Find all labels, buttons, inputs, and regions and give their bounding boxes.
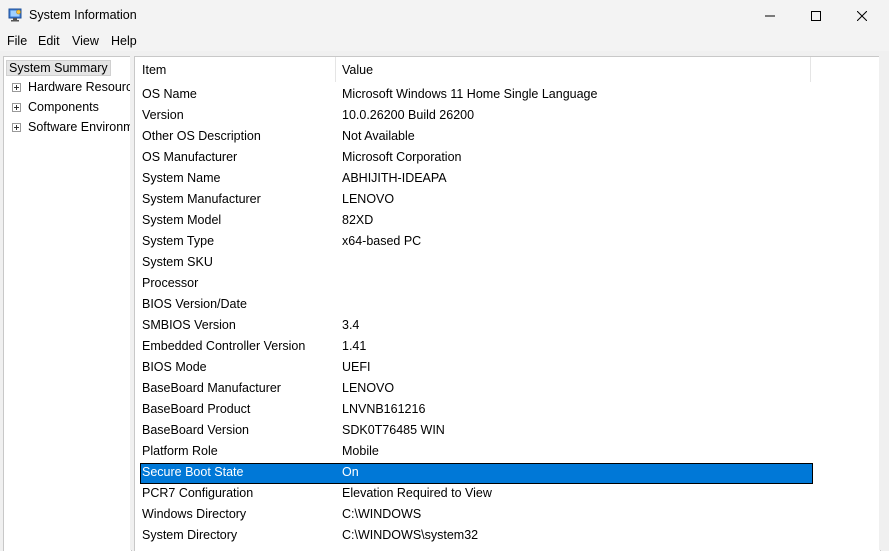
cell-item: BaseBoard Product xyxy=(142,402,251,416)
cell-value: Mobile xyxy=(342,444,379,458)
table-row[interactable]: System Directory C:\WINDOWS\system32 xyxy=(135,526,880,547)
cell-item: PCR7 Configuration xyxy=(142,486,254,500)
cell-item: System Manufacturer xyxy=(142,192,261,206)
table-row[interactable]: OS Name Microsoft Windows 11 Home Single … xyxy=(135,85,880,106)
cell-value: C:\WINDOWS\system32 xyxy=(342,528,479,542)
cell-item: Version xyxy=(142,108,184,122)
menu-help[interactable]: Help xyxy=(111,34,137,48)
table-row[interactable]: System Model 82XD xyxy=(135,211,880,232)
table-row[interactable]: System SKU xyxy=(135,253,880,274)
cell-value: Microsoft Windows 11 Home Single Languag… xyxy=(342,87,598,101)
table-row[interactable]: Platform Role Mobile xyxy=(135,442,880,463)
column-header-item[interactable]: Item xyxy=(135,57,335,82)
cell-item: System SKU xyxy=(142,255,213,269)
cell-item: Platform Role xyxy=(142,444,218,458)
cell-item: SMBIOS Version xyxy=(142,318,236,332)
cell-item: System Directory xyxy=(142,528,238,542)
column-header: Item Value xyxy=(135,57,880,82)
cell-item: System Model xyxy=(142,213,222,227)
tree-item-label: System Summary xyxy=(6,60,111,76)
column-label: Item xyxy=(142,63,167,77)
vertical-scrollbar[interactable] xyxy=(879,56,889,550)
tree-item-label: Software Environment xyxy=(28,120,132,134)
table-row[interactable]: Version 10.0.26200 Build 26200 xyxy=(135,106,880,127)
cell-value: Microsoft Corporation xyxy=(342,150,462,164)
cell-value: SDK0T76485 WIN xyxy=(342,423,445,437)
table-row[interactable]: OS Manufacturer Microsoft Corporation xyxy=(135,148,880,169)
table-row[interactable]: Other OS Description Not Available xyxy=(135,127,880,148)
cell-item: Windows Directory xyxy=(142,507,247,521)
cell-value: LNVNB161216 xyxy=(342,402,426,416)
maximize-icon xyxy=(811,10,821,21)
cell-value: 1.41 xyxy=(342,339,367,353)
cell-value: Elevation Required to View xyxy=(342,486,492,500)
cell-value: 3.4 xyxy=(342,318,360,332)
column-divider[interactable] xyxy=(810,57,811,82)
table-row[interactable]: SMBIOS Version 3.4 xyxy=(135,316,880,337)
menu-bar: File Edit View Help xyxy=(0,31,889,51)
tree-item-label: Components xyxy=(28,100,99,114)
cell-value: On xyxy=(342,465,359,479)
cell-item: Secure Boot State xyxy=(142,465,244,479)
cell-value: LENOVO xyxy=(342,192,395,206)
cell-item: BaseBoard Version xyxy=(142,423,250,437)
cell-item: BIOS Mode xyxy=(142,360,207,374)
cell-item: Processor xyxy=(142,276,199,290)
cell-value: 10.0.26200 Build 26200 xyxy=(342,108,475,122)
table-row[interactable]: Embedded Controller Version 1.41 xyxy=(135,337,880,358)
minimize-button[interactable] xyxy=(747,0,793,31)
close-icon xyxy=(857,10,867,21)
cell-value: UEFI xyxy=(342,360,371,374)
menu-file[interactable]: File xyxy=(7,34,27,48)
cell-item: Embedded Controller Version xyxy=(142,339,306,353)
table-row[interactable]: System Manufacturer LENOVO xyxy=(135,190,880,211)
expand-plus-icon[interactable] xyxy=(12,123,21,132)
menu-view[interactable]: View xyxy=(72,34,99,48)
expand-plus-icon[interactable] xyxy=(12,83,21,92)
cell-value: 82XD xyxy=(342,213,374,227)
details-list: Item Value OS Name Microsoft Windows 11 H… xyxy=(134,56,881,551)
maximize-button[interactable] xyxy=(793,0,839,31)
column-label: Value xyxy=(342,63,374,77)
cell-item: OS Manufacturer xyxy=(142,150,238,164)
table-row[interactable]: System Type x64-based PC xyxy=(135,232,880,253)
table-row[interactable]: BaseBoard Manufacturer LENOVO xyxy=(135,379,880,400)
title-bar: System Information xyxy=(0,0,889,31)
window-title: System Information xyxy=(29,8,137,22)
table-row[interactable]: BIOS Mode UEFI xyxy=(135,358,880,379)
table-row[interactable]: Secure Boot State On xyxy=(135,463,880,484)
cell-value: Not Available xyxy=(342,129,415,143)
category-tree: System Summary Hardware Resources Compon… xyxy=(3,56,132,551)
table-row[interactable]: Windows Directory C:\WINDOWS xyxy=(135,505,880,526)
column-header-value[interactable]: Value xyxy=(336,57,810,82)
minimize-icon xyxy=(765,15,775,16)
cell-item: Other OS Description xyxy=(142,129,261,143)
cell-item: BaseBoard Manufacturer xyxy=(142,381,281,395)
cell-value: ABHIJITH-IDEAPA xyxy=(342,171,447,185)
cell-item: BIOS Version/Date xyxy=(142,297,247,311)
cell-value: C:\WINDOWS xyxy=(342,507,422,521)
cell-value: x64-based PC xyxy=(342,234,422,248)
system-info-icon xyxy=(8,8,22,22)
cell-value: LENOVO xyxy=(342,381,395,395)
rows-container: OS Name Microsoft Windows 11 Home Single … xyxy=(135,85,880,547)
close-button[interactable] xyxy=(839,0,885,31)
table-row[interactable]: PCR7 Configuration Elevation Required to … xyxy=(135,484,880,505)
table-row[interactable]: BIOS Version/Date xyxy=(135,295,880,316)
table-row[interactable]: BaseBoard Version SDK0T76485 WIN xyxy=(135,421,880,442)
cell-item: System Name xyxy=(142,171,221,185)
table-row[interactable]: System Name ABHIJITH-IDEAPA xyxy=(135,169,880,190)
cell-item: System Type xyxy=(142,234,215,248)
expand-plus-icon[interactable] xyxy=(12,103,21,112)
table-row[interactable]: BaseBoard Product LNVNB161216 xyxy=(135,400,880,421)
tree-item-label: Hardware Resources xyxy=(28,80,132,94)
table-row[interactable]: Processor xyxy=(135,274,880,295)
menu-edit[interactable]: Edit xyxy=(38,34,60,48)
cell-item: OS Name xyxy=(142,87,197,101)
